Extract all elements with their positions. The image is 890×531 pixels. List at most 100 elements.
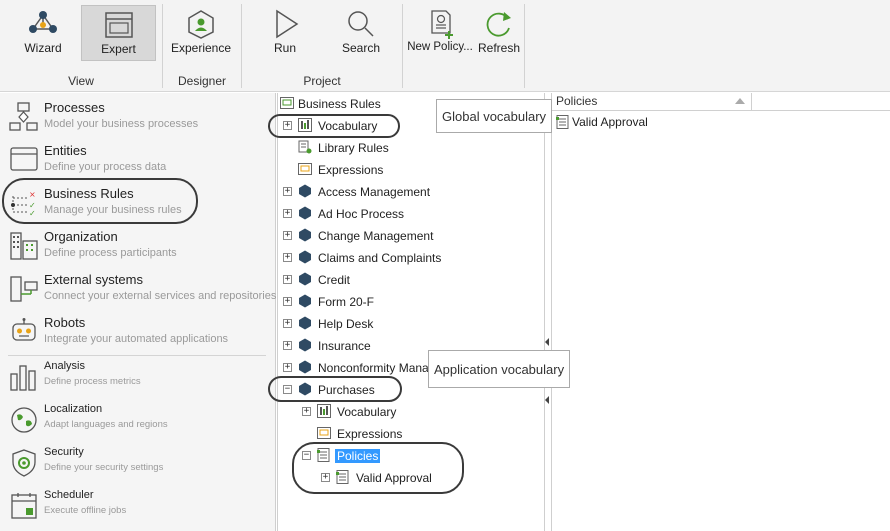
entities-icon (10, 147, 38, 171)
tree-node-label: Purchases (318, 383, 375, 397)
application-hexagon-icon (299, 206, 311, 220)
policy-icon (336, 470, 349, 484)
nav-item-subtitle: Define process metrics (44, 376, 141, 387)
search-button[interactable]: Search (326, 5, 396, 61)
nav-item-subtitle: Model your business processes (44, 118, 199, 130)
expressions-icon (298, 163, 312, 175)
application-hexagon-icon (299, 294, 311, 308)
expand-icon[interactable]: + (283, 121, 292, 130)
expand-icon[interactable]: + (283, 231, 292, 240)
tree-node-label: Expressions (337, 427, 403, 441)
expand-icon[interactable]: + (283, 341, 292, 350)
view-group-label: View (68, 74, 94, 88)
tree-node-library-rules[interactable]: Library Rules (278, 138, 538, 158)
expand-icon[interactable]: + (283, 297, 292, 306)
search-label: Search (341, 41, 381, 55)
nav-item-subtitle: Connect your external services and repos… (44, 290, 277, 302)
tree-node-application[interactable]: + Ad Hoc Process (278, 204, 538, 224)
wizard-icon (29, 11, 57, 33)
run-button[interactable]: Run (250, 5, 320, 61)
tree-node-application[interactable]: + Form 20-F (278, 292, 538, 312)
nav-security[interactable]: Security Define your security settings (0, 446, 276, 482)
tree-node-app-expressions[interactable]: Expressions (278, 424, 538, 444)
application-hexagon-icon (299, 272, 311, 286)
refresh-button[interactable]: Refresh (476, 5, 522, 61)
tree-node-application[interactable]: + Credit (278, 270, 538, 290)
nav-separator (8, 355, 266, 356)
tree-node-label: Valid Approval (356, 471, 432, 485)
expand-icon[interactable]: + (283, 275, 292, 284)
expand-icon[interactable]: + (283, 253, 292, 262)
expert-label: Expert (101, 42, 136, 56)
expert-icon (104, 12, 133, 38)
tree-node-app-vocabulary[interactable]: + Vocabulary (278, 402, 538, 422)
tree-node-label: Library Rules (318, 141, 389, 155)
nav-item-title: Localization (44, 403, 103, 415)
nav-external-systems[interactable]: External systems Connect your external s… (0, 272, 276, 310)
tree-node-label: Change Management (318, 229, 434, 243)
tree-node-application[interactable]: + Help Desk (278, 314, 538, 334)
tree-node-application[interactable]: + Claims and Complaints (278, 248, 538, 268)
tree-node-policies[interactable]: − Policies (278, 446, 538, 466)
refresh-label: Refresh (477, 41, 521, 55)
policies-list-panel: Policies Valid Approval (551, 93, 890, 531)
tree-node-expressions[interactable]: Expressions (278, 160, 538, 180)
search-icon (348, 11, 374, 37)
nav-item-subtitle: Adapt languages and regions (44, 419, 168, 430)
global-vocabulary-callout: Global vocabulary (436, 99, 553, 133)
tree-node-label: Help Desk (318, 317, 374, 331)
expand-icon[interactable]: + (283, 209, 292, 218)
tree-node-label: Vocabulary (318, 119, 378, 133)
globe-icon (11, 407, 37, 433)
nav-business-rules[interactable]: × ✓ ✓ Business Rules Manage your busines… (0, 186, 276, 224)
empty-column-header (752, 93, 890, 111)
vocabulary-icon (298, 118, 312, 132)
nav-item-title: External systems (44, 272, 143, 287)
experience-button[interactable]: Experience (166, 5, 236, 61)
nav-scheduler[interactable]: Scheduler Execute offline jobs (0, 489, 276, 525)
policies-column-header[interactable]: Policies (552, 93, 752, 111)
nav-item-title: Organization (44, 229, 118, 244)
left-navigation: Processes Model your business processes … (0, 93, 276, 531)
shield-icon (12, 449, 36, 477)
nav-processes[interactable]: Processes Model your business processes (0, 100, 276, 138)
expand-icon[interactable]: + (321, 473, 330, 482)
expand-icon[interactable]: + (283, 319, 292, 328)
nav-localization[interactable]: Localization Adapt languages and regions (0, 403, 276, 439)
nav-analysis[interactable]: Analysis Define process metrics (0, 360, 276, 396)
splitter-arrow-icon[interactable] (545, 338, 549, 346)
ribbon-separator (524, 4, 525, 88)
application-hexagon-icon (299, 338, 311, 352)
nav-item-title: Business Rules (44, 186, 134, 201)
expand-icon[interactable]: + (283, 187, 292, 196)
nav-item-title: Analysis (44, 360, 85, 372)
play-icon (276, 9, 299, 39)
collapse-icon[interactable]: − (302, 451, 311, 460)
processes-icon (9, 102, 38, 131)
nav-entities[interactable]: Entities Define your process data (0, 143, 276, 181)
expand-icon[interactable]: + (283, 363, 292, 372)
tree-node-application[interactable]: + Change Management (278, 226, 538, 246)
nav-item-subtitle: Execute offline jobs (44, 505, 127, 516)
tree-node-application[interactable]: + Access Management (278, 182, 538, 202)
new-policy-button[interactable]: New Policy... (406, 5, 474, 61)
nav-organization[interactable]: Organization Define process participants (0, 229, 276, 267)
external-systems-icon (10, 276, 38, 302)
policies-icon (317, 448, 330, 462)
tree-node-label: Expressions (318, 163, 384, 177)
expert-button[interactable]: Expert (81, 5, 156, 61)
new-policy-label: New Policy... (407, 41, 473, 53)
application-hexagon-icon (299, 184, 311, 198)
wizard-button[interactable]: Wizard (8, 5, 78, 61)
experience-label: Experience (170, 41, 232, 55)
splitter-arrow-icon[interactable] (545, 396, 549, 404)
nav-robots[interactable]: Robots Integrate your automated applicat… (0, 315, 276, 353)
tree-node-policy[interactable]: + Valid Approval (278, 468, 538, 488)
tree-node-label: Business Rules (298, 97, 381, 111)
project-group-label: Project (303, 74, 341, 88)
application-hexagon-icon (299, 316, 311, 330)
nav-item-subtitle: Define your security settings (44, 462, 164, 473)
collapse-icon[interactable]: − (283, 385, 292, 394)
business-rules-root-icon (280, 97, 294, 109)
expand-icon[interactable]: + (302, 407, 311, 416)
